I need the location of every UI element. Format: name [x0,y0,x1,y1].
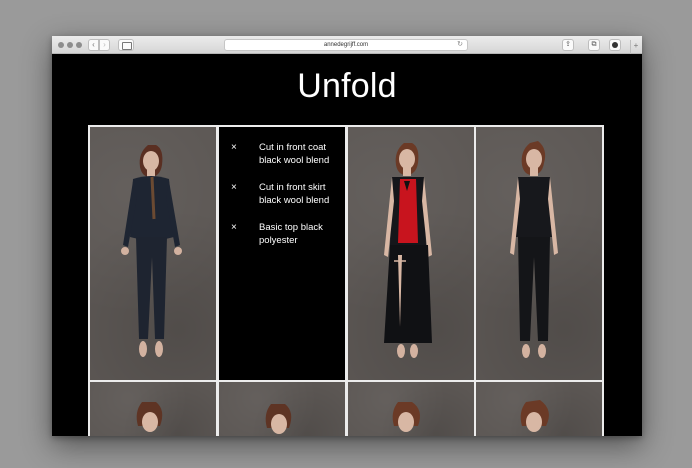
photo-thumbnail[interactable] [474,380,604,436]
model-figure-coat [121,145,182,357]
close-icon: × [231,182,237,193]
list-item[interactable]: × Cut in front skirt black wool blend [231,181,337,207]
share-icon[interactable]: ⇪ [562,39,574,51]
close-icon: × [231,222,237,233]
item-list: × Cut in front coat black wool blend × C… [231,141,337,261]
item-description: Basic top black polyester [259,222,323,246]
model-figure-skirt [384,143,432,358]
sidebar-toggle-icon[interactable] [118,39,134,51]
forward-button[interactable]: › [99,39,110,51]
photo-thumbnail[interactable] [346,380,476,436]
close-icon: × [231,142,237,153]
zoom-window-icon[interactable] [76,42,82,48]
reload-icon[interactable]: ↻ [457,40,463,50]
list-item[interactable]: × Basic top black polyester [231,221,337,247]
new-tab-button[interactable]: + [630,40,641,54]
minimize-window-icon[interactable] [67,42,73,48]
url-text: annedegrijff.com [323,42,369,48]
photo-thumbnail[interactable] [88,380,218,436]
address-bar[interactable]: annedegrijff.com ↻ [224,39,468,51]
photo-coat-outfit[interactable] [88,125,218,382]
model-figure [520,400,549,432]
item-description: Cut in front coat black wool blend [259,142,330,166]
show-tabs-icon[interactable]: ⧉ [588,39,600,51]
photo-top-outfit[interactable] [474,125,604,382]
model-figure-top [510,141,558,358]
item-list-panel: × Cut in front coat black wool blend × C… [217,125,347,382]
product-grid: × Cut in front coat black wool blend × C… [88,125,604,436]
photo-thumbnail[interactable] [217,380,347,436]
model-figure [392,402,420,432]
downloads-icon[interactable] [609,39,621,51]
close-window-icon[interactable] [58,42,64,48]
back-button[interactable]: ‹ [88,39,99,51]
page-title: Unfold [297,67,397,105]
item-description: Cut in front skirt black wool blend [259,182,330,206]
model-figure [136,402,163,432]
model-figure [265,404,292,434]
browser-window: ‹ › annedegrijff.com ↻ ⇪ ⧉ + Unfold × Cu… [52,36,642,436]
browser-toolbar: ‹ › annedegrijff.com ↻ ⇪ ⧉ + [52,36,642,54]
list-item[interactable]: × Cut in front coat black wool blend [231,141,337,167]
photo-skirt-outfit[interactable] [346,125,476,382]
